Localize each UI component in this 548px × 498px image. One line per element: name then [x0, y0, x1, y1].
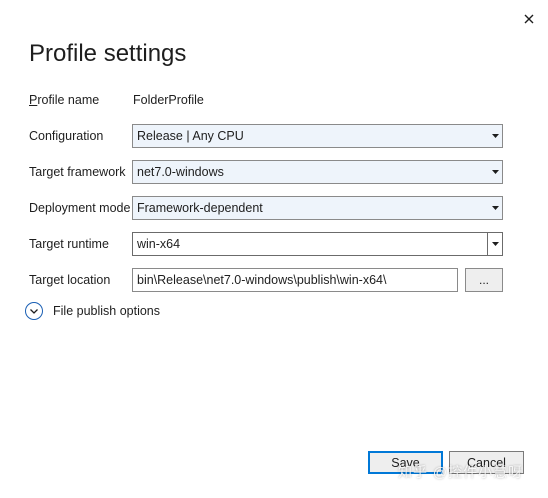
close-button[interactable] — [518, 8, 540, 30]
file-publish-options-label: File publish options — [53, 304, 161, 318]
chevron-down-icon — [488, 197, 502, 219]
watermark: 知乎 @控件小慧呀 — [398, 464, 524, 480]
target-runtime-label: Target runtime — [29, 237, 109, 251]
chevron-down-icon — [25, 302, 43, 320]
browse-button[interactable]: ... — [465, 268, 503, 292]
deployment-mode-label: Deployment mode — [29, 201, 131, 215]
chevron-down-icon — [488, 125, 502, 147]
dialog-title: Profile settings — [29, 40, 187, 67]
close-icon — [524, 14, 534, 24]
configuration-label: Configuration — [29, 129, 104, 143]
target-runtime-value: win-x64 — [137, 237, 181, 251]
target-framework-dropdown[interactable]: net7.0-windows — [132, 160, 503, 184]
deployment-mode-value: Framework-dependent — [137, 201, 263, 215]
profile-name-value: FolderProfile — [133, 93, 204, 107]
chevron-down-icon — [487, 233, 502, 255]
target-location-input[interactable] — [132, 268, 458, 292]
target-framework-value: net7.0-windows — [137, 165, 224, 179]
target-framework-label: Target framework — [29, 165, 126, 179]
profile-settings-dialog: Profile settings Profile name FolderProf… — [0, 0, 548, 498]
profile-name-label-text: rofile name — [37, 93, 100, 107]
target-runtime-dropdown[interactable]: win-x64 — [132, 232, 503, 256]
configuration-dropdown[interactable]: Release | Any CPU — [132, 124, 503, 148]
chevron-down-icon — [488, 161, 502, 183]
file-publish-options-expander[interactable]: File publish options — [25, 302, 160, 320]
target-location-label: Target location — [29, 273, 111, 287]
deployment-mode-dropdown[interactable]: Framework-dependent — [132, 196, 503, 220]
configuration-value: Release | Any CPU — [137, 129, 244, 143]
profile-name-label: Profile name — [29, 92, 99, 108]
